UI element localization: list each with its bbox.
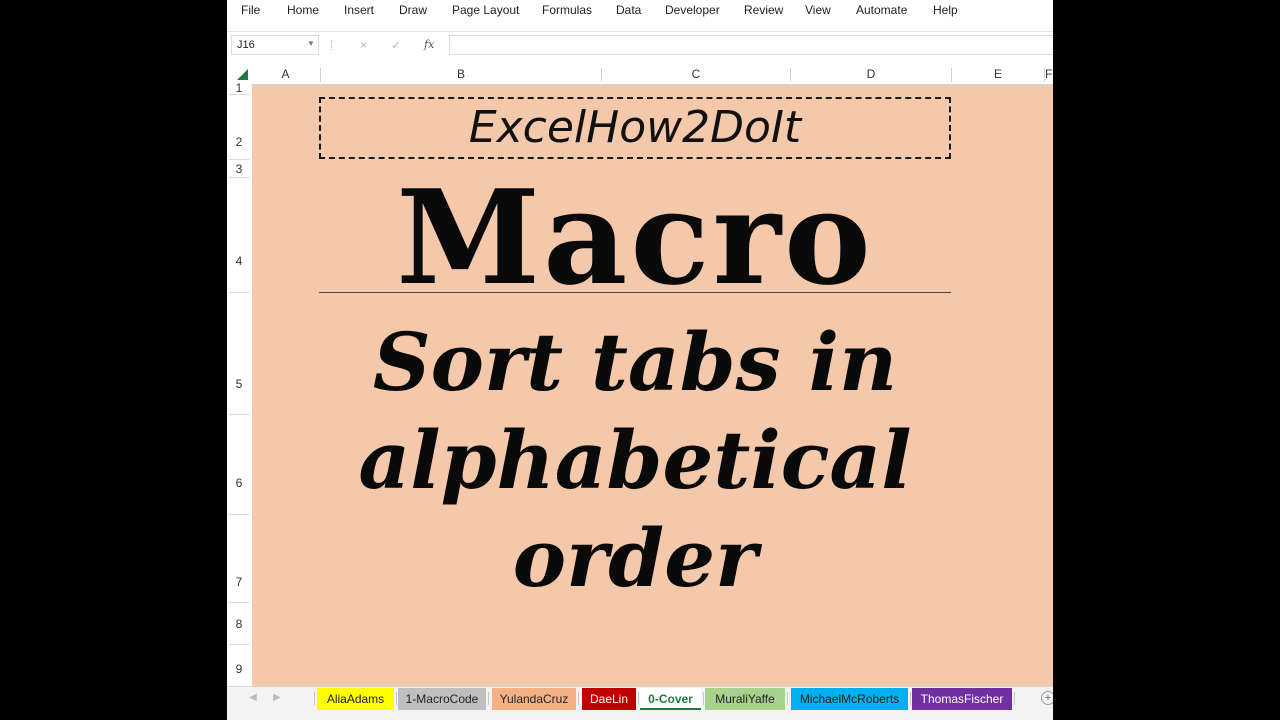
tab-divider xyxy=(396,692,397,705)
row-divider xyxy=(229,602,249,603)
row-divider xyxy=(229,177,249,178)
formula-bar-separator xyxy=(331,40,334,50)
sheet-tab-yulandacruz[interactable]: YulandaCruz xyxy=(492,688,576,710)
select-all-icon[interactable] xyxy=(237,69,248,80)
row-divider xyxy=(229,514,249,515)
add-sheet-icon[interactable]: + xyxy=(1041,691,1053,705)
cancel-icon[interactable]: × xyxy=(360,38,367,52)
row-header-4[interactable]: 4 xyxy=(227,254,251,268)
subtitle[interactable]: Sort tabs in alphabetical order xyxy=(252,313,1018,607)
scroll-tabs-left-icon[interactable]: ◀ xyxy=(249,692,257,703)
ribbon-menu-bar: File Home Insert Draw Page Layout Formul… xyxy=(227,0,1053,21)
row-divider xyxy=(229,159,249,160)
column-headers: A B C D E F xyxy=(227,64,1053,85)
name-box[interactable]: J16 xyxy=(231,35,319,55)
menu-review[interactable]: Review xyxy=(744,3,783,17)
menu-insert[interactable]: Insert xyxy=(344,3,374,17)
row-header-7[interactable]: 7 xyxy=(227,575,251,589)
row-divider xyxy=(229,94,249,95)
menu-automate[interactable]: Automate xyxy=(856,3,907,17)
row-header-9[interactable]: 9 xyxy=(227,662,251,676)
tab-divider xyxy=(314,692,315,705)
tab-divider xyxy=(578,692,579,705)
menu-page-layout[interactable]: Page Layout xyxy=(452,3,519,17)
row-header-1[interactable]: 1 xyxy=(227,81,251,95)
sheet-tab-michaelmcroberts[interactable]: MichaelMcRoberts xyxy=(791,688,908,710)
row-header-5[interactable]: 5 xyxy=(227,377,251,391)
column-header-c[interactable]: C xyxy=(602,64,790,84)
enter-icon[interactable]: ✓ xyxy=(391,38,401,52)
menu-file[interactable]: File xyxy=(241,3,260,17)
row-divider xyxy=(229,644,249,645)
row-header-3[interactable]: 3 xyxy=(227,162,251,176)
sheet-tab-daelin[interactable]: DaeLin xyxy=(582,688,636,710)
column-header-b[interactable]: B xyxy=(321,64,601,84)
column-header-a[interactable]: A xyxy=(251,64,320,84)
status-bar xyxy=(227,710,1053,720)
insert-function-icon[interactable]: fx xyxy=(424,38,434,52)
menu-home[interactable]: Home xyxy=(287,3,319,17)
sheet-tab-0-cover[interactable]: 0-Cover xyxy=(640,688,701,710)
tab-divider xyxy=(638,692,639,705)
excel-window: File Home Insert Draw Page Layout Formul… xyxy=(227,0,1053,720)
row-header-6[interactable]: 6 xyxy=(227,476,251,490)
formula-input[interactable] xyxy=(449,35,1053,55)
column-header-f[interactable]: F xyxy=(1045,64,1053,84)
tab-divider xyxy=(1014,692,1015,705)
menu-formulas[interactable]: Formulas xyxy=(542,3,592,17)
column-header-d[interactable]: D xyxy=(791,64,951,84)
tab-divider xyxy=(703,692,704,705)
menu-help[interactable]: Help xyxy=(933,3,958,17)
menu-draw[interactable]: Draw xyxy=(399,3,427,17)
sheet-tab-1-macrocode[interactable]: 1-MacroCode xyxy=(398,688,486,710)
menu-view[interactable]: View xyxy=(805,3,831,17)
tab-divider xyxy=(910,692,911,705)
column-header-e[interactable]: E xyxy=(952,64,1044,84)
menu-developer[interactable]: Developer xyxy=(665,3,720,17)
subtitle-line: order xyxy=(512,511,758,605)
subtitle-line: Sort tabs in xyxy=(372,315,898,409)
row-divider xyxy=(229,292,249,293)
scroll-tabs-right-icon[interactable]: ▶ xyxy=(273,692,281,703)
row-header-8[interactable]: 8 xyxy=(227,617,251,631)
row-divider xyxy=(229,414,249,415)
worksheet-grid[interactable]: ExcelHow2DoIt Macro Sort tabs in alphabe… xyxy=(252,85,1053,686)
sheet-tab-bar: ◀ ▶ AliaAdams 1-MacroCode YulandaCruz Da… xyxy=(227,686,1053,711)
sheet-tab-muraliyaffe[interactable]: MuraliYaffe xyxy=(705,688,785,710)
formula-bar: J16 ▼ × ✓ fx xyxy=(227,31,1053,59)
brand-text: ExcelHow2DoIt xyxy=(468,102,802,153)
sheet-tab-thomasfischer[interactable]: ThomasFischer xyxy=(912,688,1012,710)
row-headers: 1 2 3 4 5 6 7 8 9 xyxy=(227,81,251,686)
sheet-tab-aliaadams[interactable]: AliaAdams xyxy=(317,688,394,710)
chevron-down-icon[interactable]: ▼ xyxy=(307,39,315,48)
tab-divider xyxy=(787,692,788,705)
tab-divider xyxy=(488,692,489,705)
row-header-2[interactable]: 2 xyxy=(227,135,251,149)
brand-banner[interactable]: ExcelHow2DoIt xyxy=(319,97,951,159)
subtitle-line: alphabetical xyxy=(358,413,912,507)
title-underline xyxy=(319,292,951,293)
menu-data[interactable]: Data xyxy=(616,3,641,17)
macro-title[interactable]: Macro xyxy=(252,173,1018,303)
